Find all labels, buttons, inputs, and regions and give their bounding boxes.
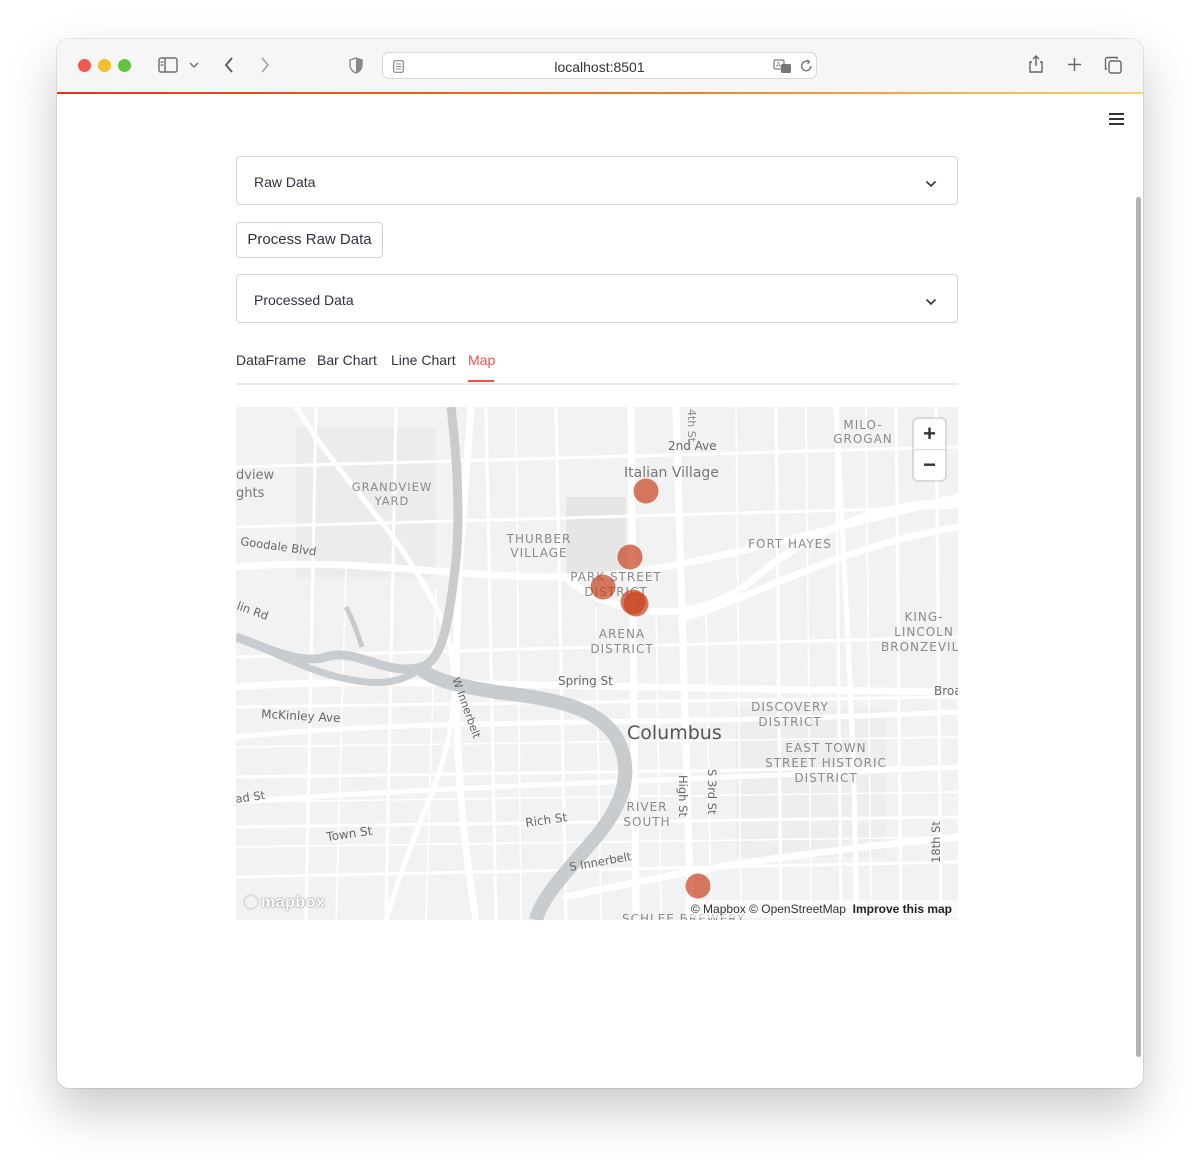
map-label-18th-st: 18th St — [929, 821, 943, 863]
browser-window: localhost:8501 A Raw Data Process Raw Da… — [57, 39, 1143, 1088]
processed-data-label: Processed Data — [254, 292, 354, 308]
tab-bar-chart[interactable]: Bar Chart — [317, 352, 377, 368]
app-decoration-bar — [57, 92, 1143, 94]
map-label-arena-2: DISTRICT — [590, 642, 653, 656]
map-label-thurber-2: VILLAGE — [510, 546, 567, 560]
process-raw-data-button[interactable]: Process Raw Data — [236, 222, 383, 258]
map-label-thurber-1: THURBER — [506, 532, 572, 546]
map-label-king-1: KING- — [904, 610, 943, 624]
hamburger-icon[interactable] — [1109, 111, 1127, 125]
map-zoom-control: + − — [914, 419, 945, 480]
map-point[interactable] — [620, 589, 646, 615]
raw-data-label: Raw Data — [254, 174, 316, 190]
map-label-spring-st: Spring St — [558, 674, 613, 688]
map-label-king-2: LINCOLN — [894, 625, 954, 639]
map-label-4th-st: 4th St — [685, 409, 698, 443]
chevron-down-icon[interactable] — [188, 59, 200, 71]
map-label-east-town-3: DISTRICT — [794, 771, 857, 785]
processed-data-expander[interactable]: Processed Data — [236, 274, 958, 323]
map-label-east-town-1: EAST TOWN — [785, 741, 866, 755]
map-label-high-st: High St — [676, 775, 690, 817]
map-view[interactable]: MILO- GROGAN 2nd Ave 4th St Italian Vill… — [236, 407, 958, 920]
map-point[interactable] — [685, 873, 711, 899]
back-icon[interactable] — [221, 55, 237, 75]
map-label-fort-hayes: FORT HAYES — [748, 537, 832, 551]
address-bar[interactable]: localhost:8501 A — [382, 52, 817, 79]
tab-dataframe[interactable]: DataFrame — [236, 352, 306, 368]
close-window-button[interactable] — [78, 59, 91, 72]
map-attribution: © Mapbox © OpenStreetMap Improve this ma… — [684, 900, 958, 918]
map-point[interactable] — [590, 574, 616, 600]
mapbox-logo[interactable]: mapbox — [243, 894, 325, 912]
raw-data-expander[interactable]: Raw Data — [236, 156, 958, 205]
chevron-down-icon — [925, 175, 937, 193]
map-label-italian-village: Italian Village — [624, 465, 719, 481]
sidebar-icon[interactable] — [157, 56, 179, 74]
map-label-columbus: Columbus — [627, 722, 722, 744]
map-label-river-south-1: RIVER — [626, 800, 667, 814]
map-label-grandview-heights-2: ghts — [236, 486, 265, 501]
map-label-river-south-2: SOUTH — [623, 815, 670, 829]
share-icon[interactable] — [1027, 53, 1045, 75]
new-tab-icon[interactable] — [1066, 56, 1082, 72]
map-point[interactable] — [633, 478, 659, 504]
zoom-window-button[interactable] — [118, 59, 131, 72]
chevron-down-icon — [925, 293, 937, 311]
map-point[interactable] — [617, 544, 643, 570]
map-label-park-street-1: PARK STREET — [570, 570, 661, 584]
map-label-milo: MILO- — [843, 418, 882, 432]
tabs-overview-icon[interactable] — [1103, 55, 1123, 75]
translate-icon[interactable]: A — [773, 58, 793, 74]
map-label-king-3: BRONZEVILL — [881, 640, 958, 654]
chart-tabs: DataFrame Bar Chart Line Chart Map — [236, 351, 958, 385]
map-label-grandview-heights-1: dview — [236, 468, 275, 483]
reload-icon[interactable] — [799, 58, 813, 74]
mapbox-logo-text: mapbox — [261, 894, 326, 911]
improve-map-link[interactable]: Improve this map — [853, 902, 952, 916]
active-tab-indicator — [468, 380, 494, 382]
map-label-arena-1: ARENA — [599, 627, 645, 641]
url-text[interactable]: localhost:8501 — [383, 59, 816, 75]
map-label-discovery-2: DISTRICT — [758, 715, 821, 729]
minimize-window-button[interactable] — [98, 59, 111, 72]
map-label-broad: Broa — [934, 684, 958, 698]
zoom-out-button[interactable]: − — [914, 450, 945, 480]
mapbox-logo-icon — [243, 894, 259, 910]
tab-map[interactable]: Map — [468, 352, 495, 368]
page-scrollbar[interactable] — [1136, 197, 1141, 1057]
map-canvas[interactable]: MILO- GROGAN 2nd Ave 4th St Italian Vill… — [236, 407, 958, 920]
browser-toolbar: localhost:8501 A — [57, 39, 1143, 93]
zoom-in-button[interactable]: + — [914, 419, 945, 450]
map-label-s-3rd-st: S 3rd St — [705, 769, 719, 815]
forward-icon[interactable] — [257, 55, 273, 75]
tab-line-chart[interactable]: Line Chart — [391, 352, 456, 368]
map-label-discovery-1: DISCOVERY — [751, 700, 829, 714]
map-label-grogan: GROGAN — [833, 432, 893, 446]
map-label-east-town-2: STREET HISTORIC — [765, 756, 887, 770]
map-label-grandview-yard-1: GRANDVIEW — [352, 480, 432, 494]
shield-icon[interactable] — [348, 56, 364, 74]
attribution-text[interactable]: © Mapbox © OpenStreetMap — [691, 902, 846, 916]
svg-text:A: A — [776, 61, 781, 69]
map-label-grandview-yard-2: YARD — [374, 494, 410, 508]
